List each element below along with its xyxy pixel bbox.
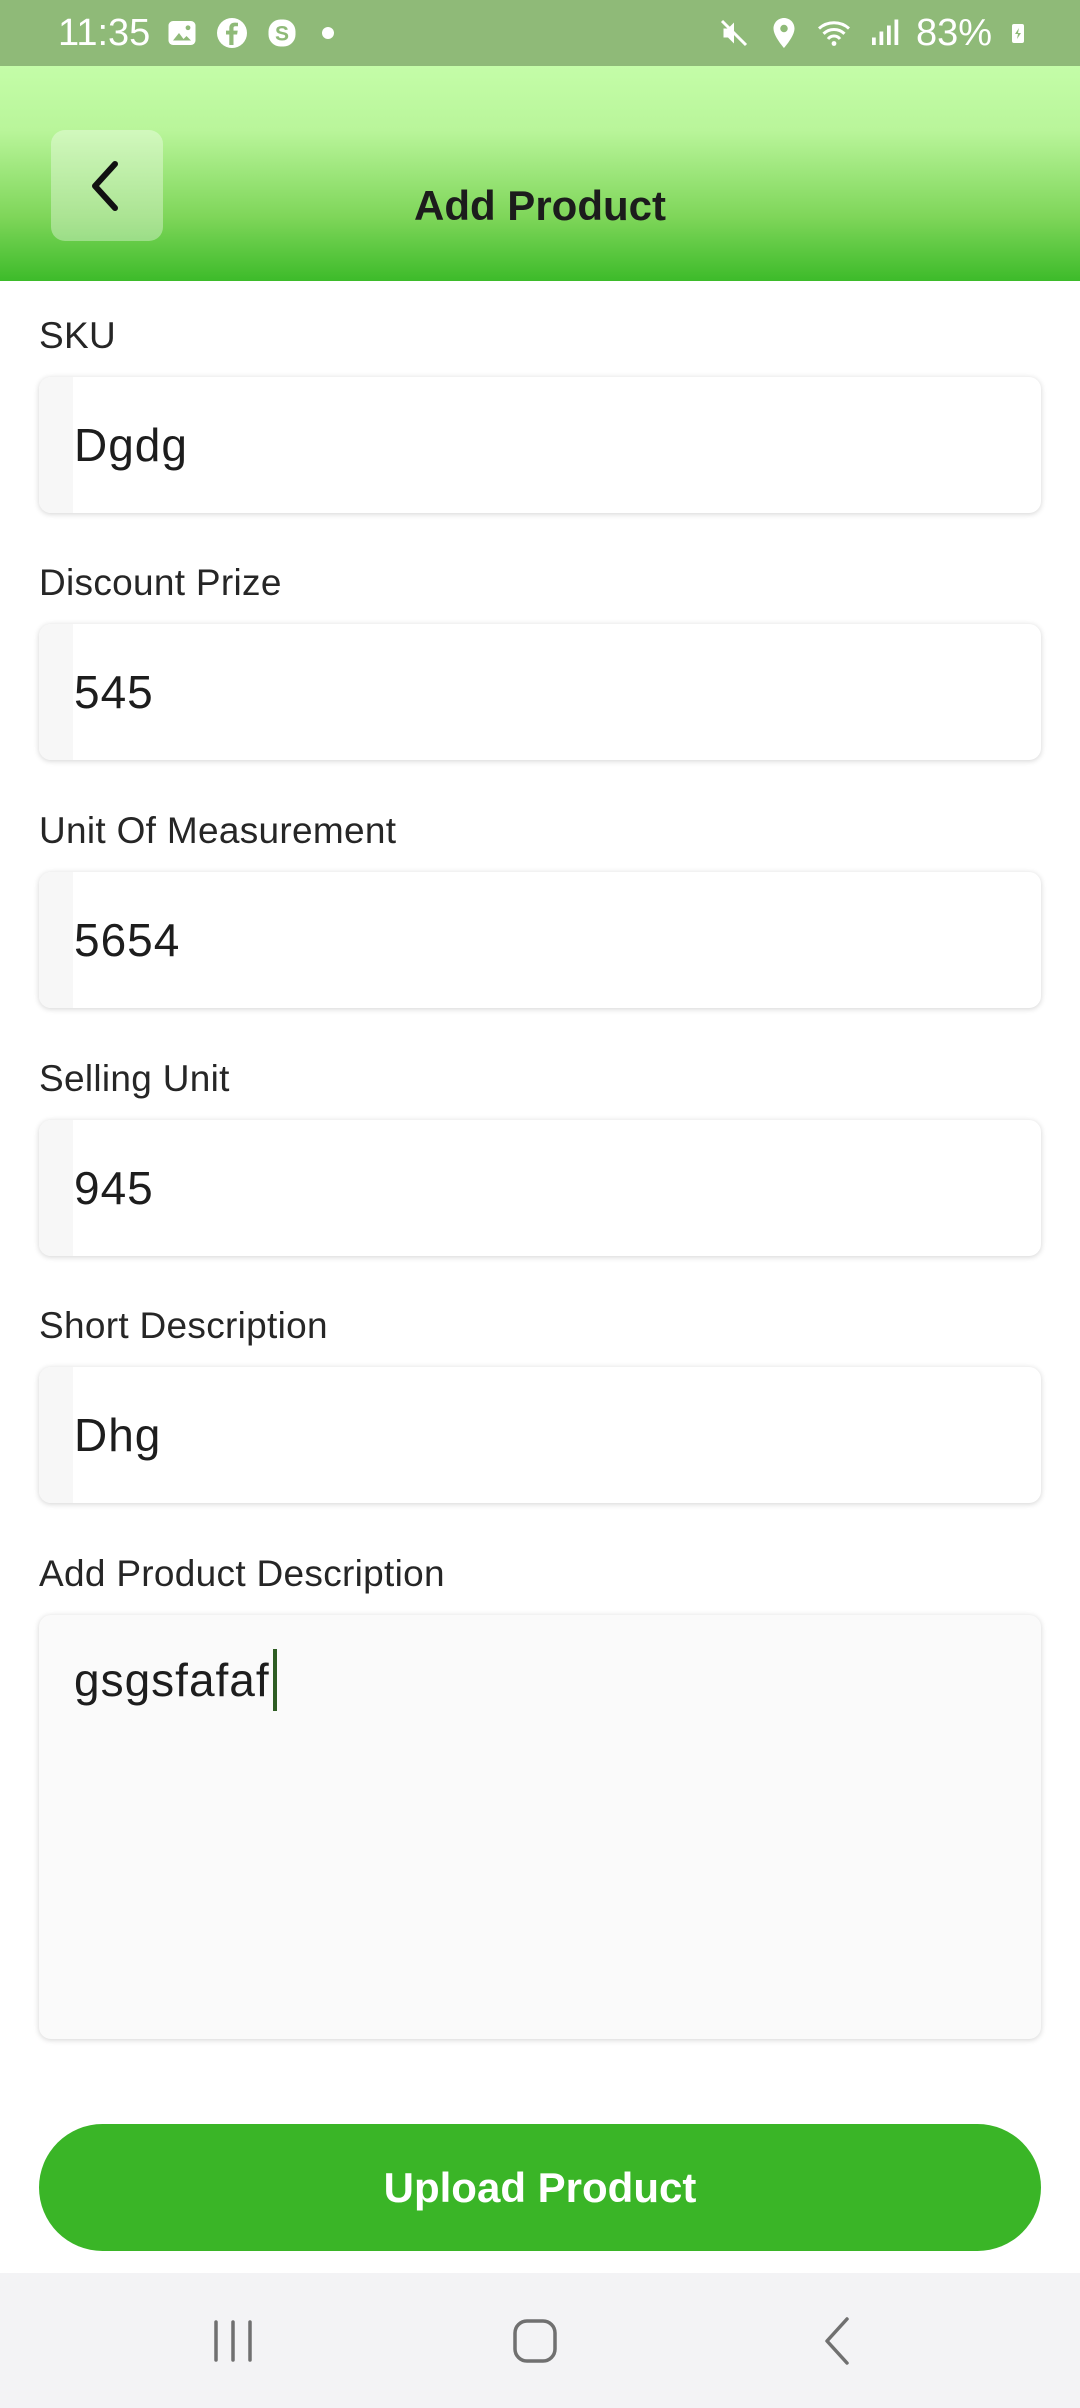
sku-label: SKU: [39, 315, 116, 356]
sku-value: Dgdg: [74, 419, 188, 471]
facebook-icon: [217, 18, 248, 48]
battery-charging-icon: [1012, 24, 1024, 43]
sku-field-group: SKU Dgdg: [39, 315, 1041, 513]
battery-percentage: 83%: [915, 11, 992, 54]
product-description-textarea[interactable]: gsgsfafaf: [39, 1615, 1041, 2039]
discount-prize-field-group: Discount Prize 545: [39, 562, 1041, 760]
selling-unit-label: Selling Unit: [39, 1058, 230, 1099]
product-description-value: gsgsfafaf: [74, 1654, 270, 1706]
short-description-value: Dhg: [74, 1409, 162, 1461]
short-description-input[interactable]: Dhg: [39, 1367, 1041, 1503]
svg-text:S: S: [275, 23, 289, 46]
selling-unit-field-group: Selling Unit 945: [39, 1058, 1041, 1256]
unit-of-measurement-label: Unit Of Measurement: [39, 810, 397, 851]
mute-icon: [720, 19, 747, 47]
recent-apps-icon: [214, 2319, 252, 2362]
back-icon: [825, 2316, 849, 2365]
product-description-field-group: Add Product Description gsgsfafaf: [39, 1553, 1041, 2039]
discount-prize-label: Discount Prize: [39, 562, 282, 603]
short-description-label: Short Description: [39, 1305, 328, 1346]
upload-product-button[interactable]: Upload Product: [39, 2124, 1041, 2251]
sku-input[interactable]: Dgdg: [39, 377, 1041, 513]
location-icon: [773, 18, 795, 48]
unit-of-measurement-value: 5654: [74, 914, 181, 966]
text-caret: [272, 1649, 277, 1711]
wifi-icon: [817, 21, 850, 46]
home-button[interactable]: [455, 2273, 615, 2408]
discount-prize-value: 545: [74, 666, 154, 718]
unit-of-measurement-input[interactable]: 5654: [39, 872, 1041, 1008]
system-back-button[interactable]: [757, 2273, 917, 2408]
gallery-icon: [168, 21, 196, 45]
selling-unit-input[interactable]: 945: [39, 1120, 1041, 1256]
status-bar: 11:35 S 83%: [0, 0, 1080, 66]
signal-icon: [871, 19, 899, 45]
home-icon: [513, 2318, 557, 2363]
notification-dot-icon: [322, 27, 335, 39]
recent-apps-button[interactable]: [153, 2273, 313, 2408]
system-navigation-bar: [0, 2273, 1080, 2408]
product-description-label: Add Product Description: [39, 1553, 445, 1594]
discount-prize-input[interactable]: 545: [39, 624, 1041, 760]
page-title: Add Product: [414, 182, 666, 229]
unit-of-measurement-field-group: Unit Of Measurement 5654: [39, 810, 1041, 1008]
status-time: 11:35: [58, 11, 151, 54]
selling-unit-value: 945: [74, 1162, 154, 1214]
short-description-field-group: Short Description Dhg: [39, 1305, 1041, 1503]
app-header: Add Product: [0, 66, 1080, 281]
skype-icon: S: [268, 19, 296, 47]
